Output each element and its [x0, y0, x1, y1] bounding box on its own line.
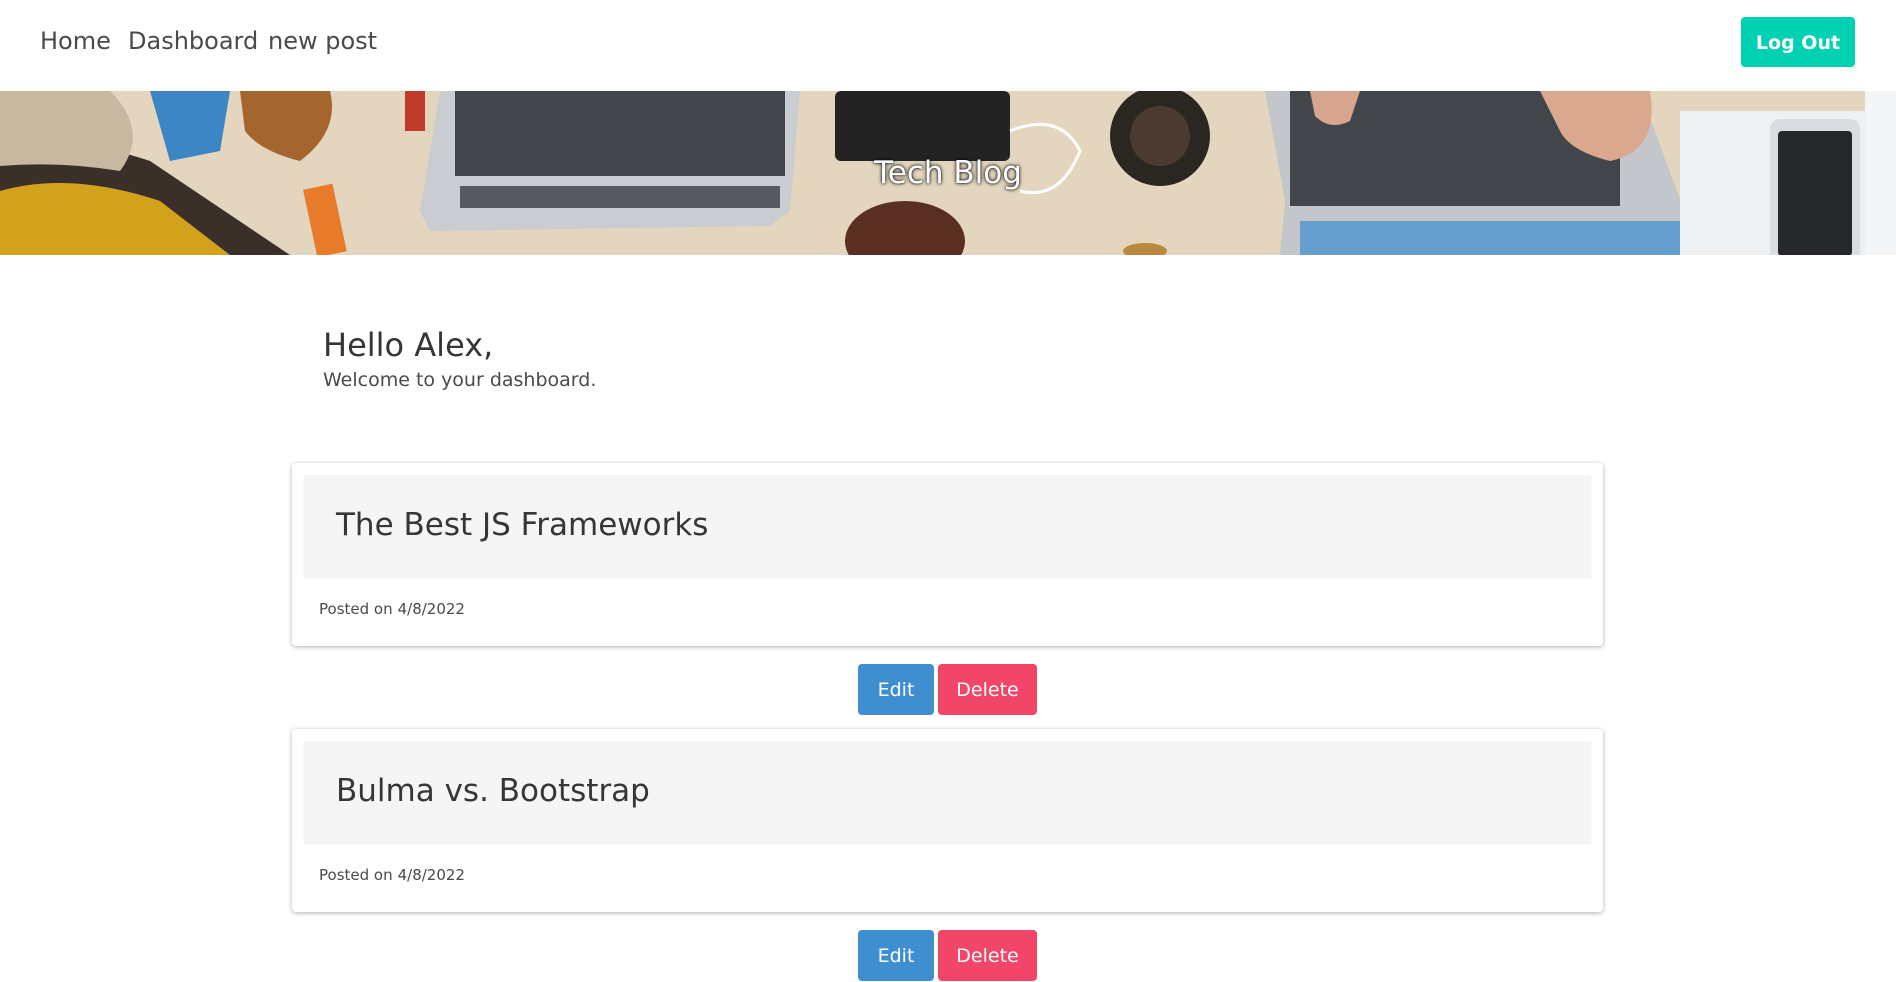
- post-title[interactable]: Bulma vs. Bootstrap: [336, 771, 650, 811]
- post-date-value: 4/8/2022: [397, 866, 465, 884]
- post-title[interactable]: The Best JS Frameworks: [336, 505, 708, 545]
- nav-link-dashboard[interactable]: Dashboard: [128, 24, 258, 58]
- post-date-prefix: Posted on: [319, 600, 393, 618]
- nav-link-new-post[interactable]: new post: [268, 24, 377, 58]
- dashboard-welcome: Welcome to your dashboard.: [323, 369, 597, 391]
- hero-banner: Tech Blog: [0, 91, 1896, 255]
- post-date: Posted on 4/8/2022: [319, 599, 465, 619]
- dashboard-greeting: Hello Alex,: [323, 326, 494, 364]
- edit-post-button[interactable]: Edit: [858, 930, 934, 981]
- post-card-header[interactable]: Bulma vs. Bootstrap: [304, 741, 1591, 843]
- post-card[interactable]: The Best JS Frameworks Posted on 4/8/2022: [292, 463, 1603, 646]
- post-date-prefix: Posted on: [319, 866, 393, 884]
- edit-post-button[interactable]: Edit: [858, 664, 934, 715]
- delete-post-button[interactable]: Delete: [938, 664, 1037, 715]
- post-date-value: 4/8/2022: [397, 600, 465, 618]
- nav-link-home[interactable]: Home: [40, 24, 111, 58]
- post-date: Posted on 4/8/2022: [319, 865, 465, 885]
- site-title: Tech Blog: [874, 155, 1022, 191]
- logout-button[interactable]: Log Out: [1741, 17, 1855, 67]
- post-card-header[interactable]: The Best JS Frameworks: [304, 475, 1591, 577]
- post-card[interactable]: Bulma vs. Bootstrap Posted on 4/8/2022: [292, 729, 1603, 912]
- delete-post-button[interactable]: Delete: [938, 930, 1037, 981]
- navbar: Home Dashboard new post Log Out: [0, 0, 1896, 91]
